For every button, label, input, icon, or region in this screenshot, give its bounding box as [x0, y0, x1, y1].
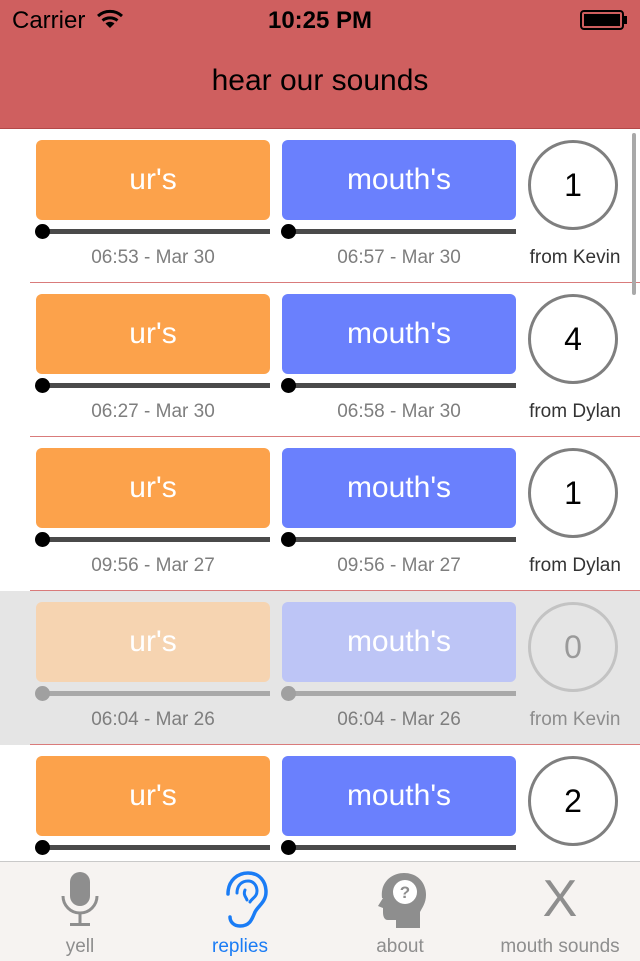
slider-knob[interactable] [281, 840, 296, 855]
reply-count-badge[interactable]: 2 [528, 756, 618, 846]
play-mouth-button: mouth's [282, 602, 516, 682]
scroll-indicator[interactable] [632, 133, 636, 295]
tab-label: yell [65, 936, 95, 957]
reply-count-badge: 0 [528, 602, 618, 692]
reply-count-badge[interactable]: 1 [528, 448, 618, 538]
play-ur-button[interactable]: ur's [36, 448, 270, 528]
play-mouth-button[interactable]: mouth's [282, 294, 516, 374]
mouth-timestamp: 06:57 - Mar 30 [337, 247, 461, 268]
play-ur-button[interactable]: ur's [36, 140, 270, 220]
tab-mouth-sounds[interactable]: X mouth sounds [480, 862, 640, 961]
slider-knob[interactable] [35, 224, 50, 239]
play-mouth-button[interactable]: mouth's [282, 448, 516, 528]
reply-count-badge[interactable]: 4 [528, 294, 618, 384]
sound-row: ur's mouth's 2 [0, 745, 640, 861]
mouth-progress-slider[interactable] [281, 532, 516, 547]
sound-row-disabled: ur's mouth's 06:04 - Mar 26 06:04 - Mar … [0, 591, 640, 745]
mouth-progress-slider[interactable] [281, 224, 516, 239]
sender-label: from Kevin [529, 709, 621, 730]
play-ur-button[interactable]: ur's [36, 756, 270, 836]
navigation-header: Carrier 10:25 PM hear our sounds [0, 0, 640, 129]
play-ur-button[interactable]: ur's [36, 294, 270, 374]
ur-progress-slider[interactable] [35, 532, 270, 547]
head-question-icon: ? [378, 873, 426, 928]
mouth-timestamp: 09:56 - Mar 27 [337, 555, 461, 576]
status-time: 10:25 PM [267, 7, 373, 34]
slider-knob [35, 686, 50, 701]
play-mouth-button[interactable]: mouth's [282, 140, 516, 220]
ur-progress-slider[interactable] [35, 224, 270, 239]
sound-row: ur's mouth's 09:56 - Mar 27 09:56 - Mar … [0, 437, 640, 591]
slider-knob[interactable] [35, 840, 50, 855]
reply-count-badge[interactable]: 1 [528, 140, 618, 230]
sound-row: ur's mouth's 06:27 - Mar 30 06:58 - Mar … [0, 283, 640, 437]
sender-label: from Dylan [529, 555, 621, 576]
ur-progress-slider[interactable] [35, 840, 270, 855]
microphone-icon [61, 872, 99, 926]
slider-knob[interactable] [281, 378, 296, 393]
sound-row: ur's mouth's 06:53 - Mar 30 06:57 - Mar … [0, 129, 640, 283]
play-mouth-button[interactable]: mouth's [282, 756, 516, 836]
page-title: hear our sounds [211, 64, 429, 97]
status-bar: Carrier 10:25 PM [0, 0, 640, 40]
tab-label: mouth sounds [500, 936, 620, 957]
slider-knob[interactable] [35, 378, 50, 393]
tab-replies[interactable]: replies [160, 862, 320, 961]
slider-knob[interactable] [281, 532, 296, 547]
play-ur-button: ur's [36, 602, 270, 682]
sounds-list[interactable]: ur's mouth's 06:53 - Mar 30 06:57 - Mar … [0, 129, 640, 861]
ur-timestamp: 06:04 - Mar 26 [91, 709, 215, 730]
slider-knob[interactable] [35, 532, 50, 547]
sender-label: from Dylan [529, 401, 621, 422]
ur-timestamp: 06:27 - Mar 30 [91, 401, 215, 422]
tab-yell[interactable]: yell [0, 862, 160, 961]
ur-timestamp: 06:53 - Mar 30 [91, 247, 215, 268]
ur-progress-slider[interactable] [35, 378, 270, 393]
mouth-progress-slider [281, 686, 516, 701]
svg-text:?: ? [400, 883, 410, 902]
ear-icon [226, 871, 268, 928]
mouth-progress-slider[interactable] [281, 840, 516, 855]
mouth-timestamp: 06:04 - Mar 26 [337, 709, 461, 730]
x-icon: X [542, 870, 578, 928]
tab-label: about [376, 936, 424, 957]
tab-about[interactable]: ? about [320, 862, 480, 961]
slider-knob[interactable] [281, 224, 296, 239]
ur-progress-slider [35, 686, 270, 701]
sender-label: from Kevin [529, 247, 621, 268]
mouth-progress-slider[interactable] [281, 378, 516, 393]
tab-bar: yell replies ? about X mouth sounds [0, 861, 640, 961]
tab-label: replies [212, 936, 268, 957]
mouth-timestamp: 06:58 - Mar 30 [337, 401, 461, 422]
slider-knob [281, 686, 296, 701]
ur-timestamp: 09:56 - Mar 27 [91, 555, 215, 576]
battery-icon [580, 10, 627, 30]
